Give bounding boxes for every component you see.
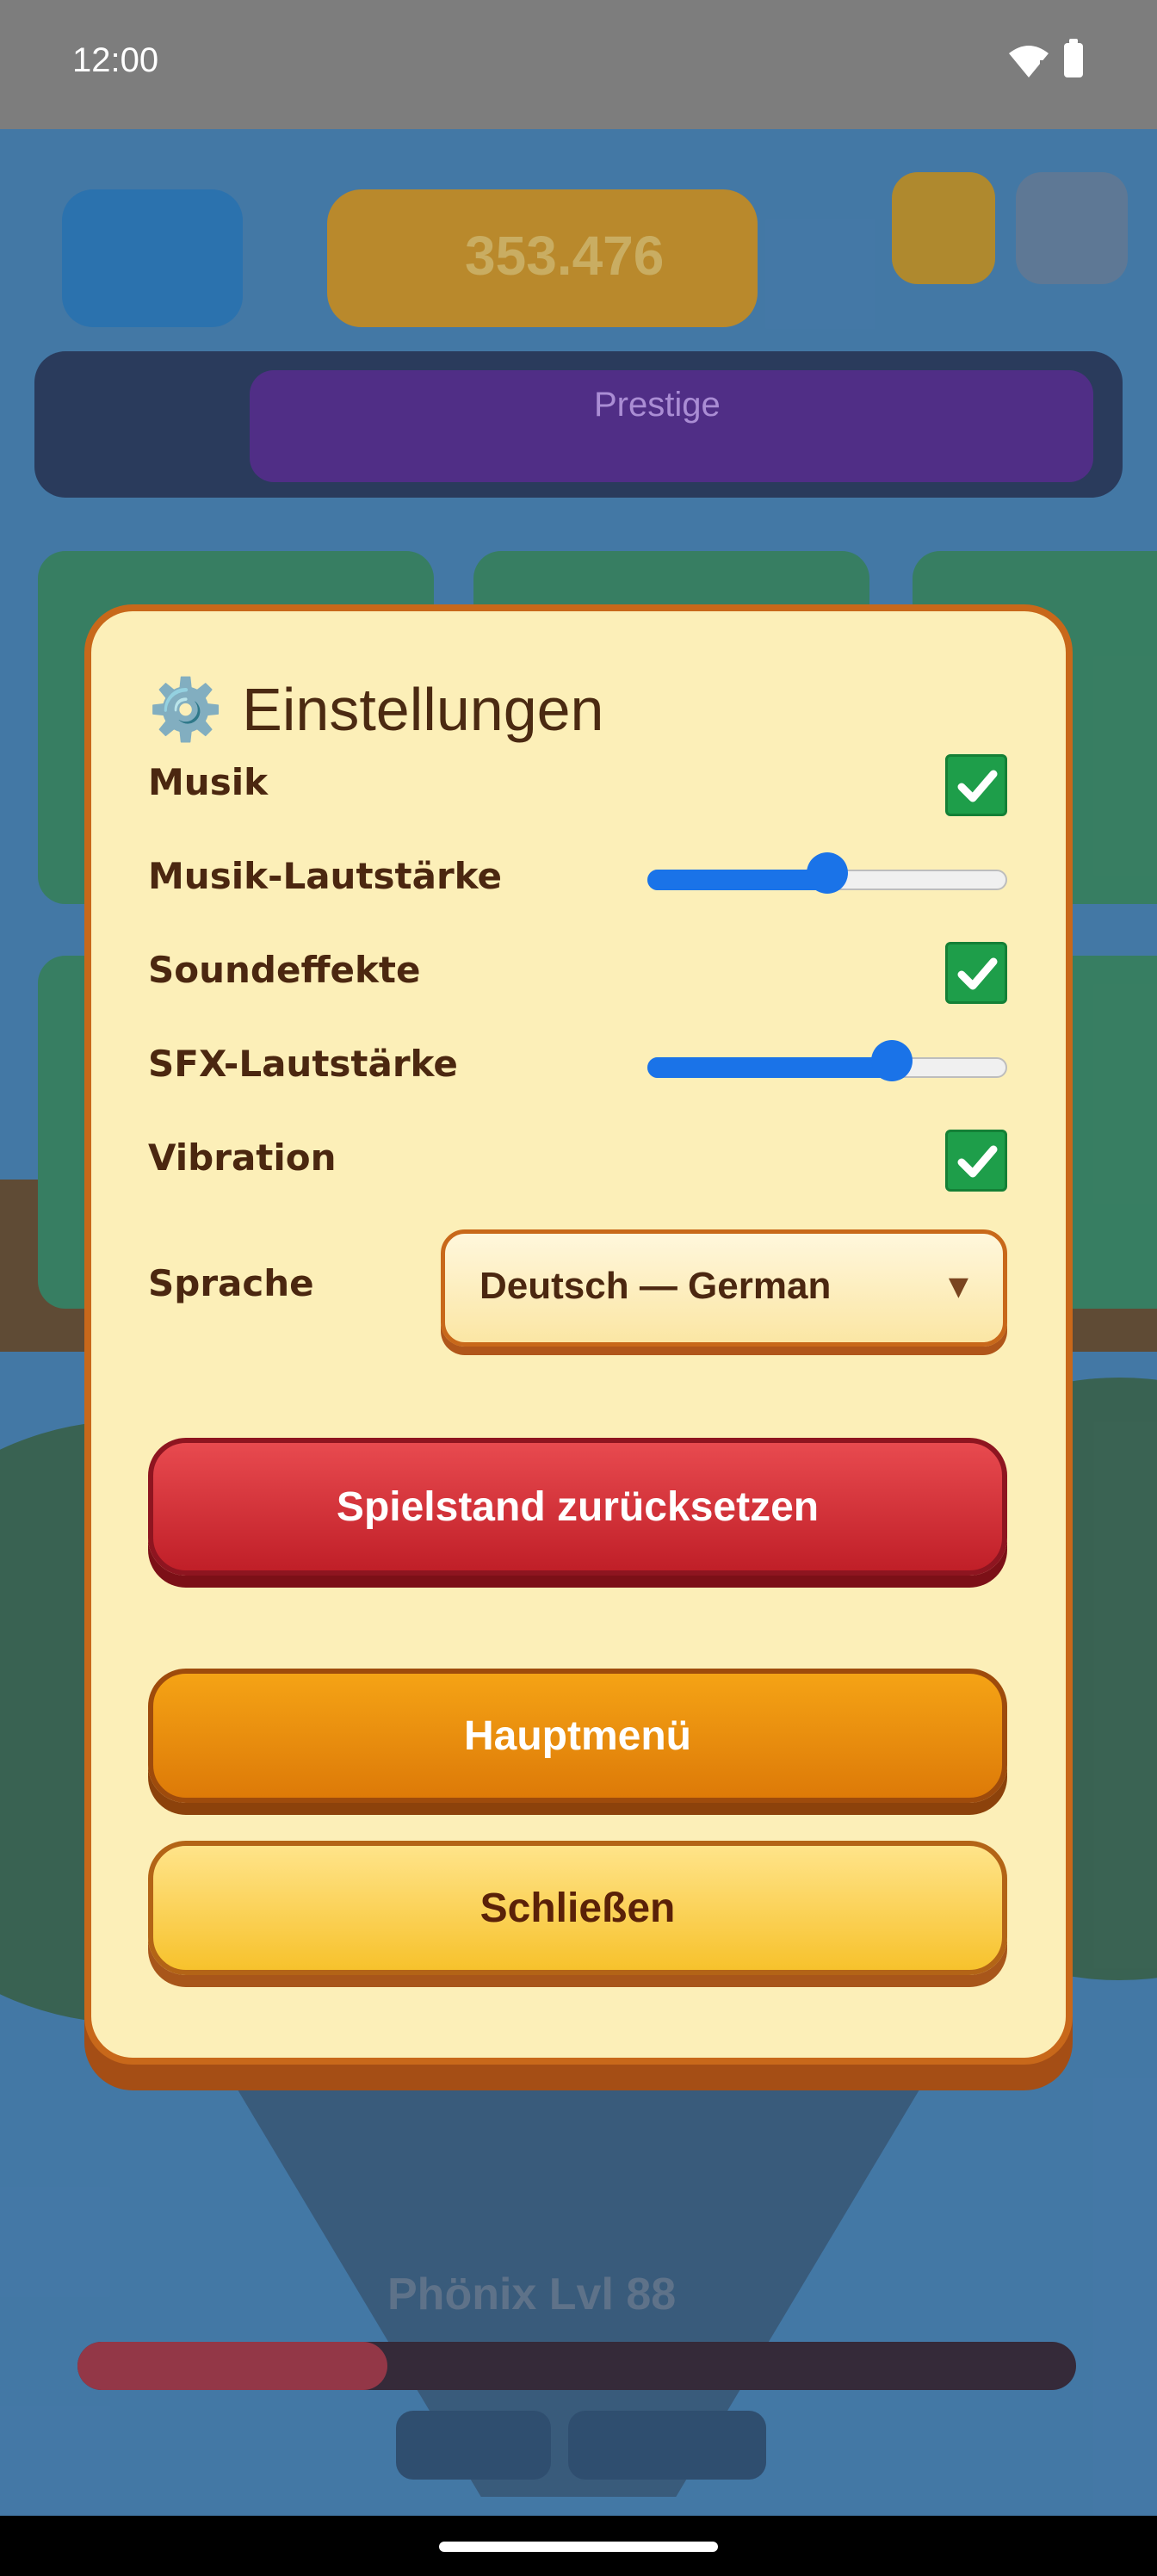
slider-fill [647,870,826,890]
slider-fill [647,1057,890,1078]
gear-icon: ⚙️ [148,674,224,745]
home-gesture-handle[interactable] [439,2542,718,2552]
navigation-bar [0,2516,1157,2576]
slider-thumb[interactable] [870,1040,913,1081]
language-select[interactable]: Deutsch — German ▼ [441,1229,1007,1347]
sfx-volume-slider[interactable] [647,1040,1007,1081]
sfx-checkbox[interactable] [945,942,1007,1004]
music-volume-slider[interactable] [647,852,1007,894]
wifi-icon [1007,45,1050,83]
dialog-title: ⚙️ Einstellungen [148,675,603,744]
main-menu-button[interactable]: Hauptmenü [148,1669,1007,1803]
vibration-label: Vibration [148,1136,337,1179]
music-label: Musik [148,761,269,803]
language-label: Sprache [148,1262,314,1304]
battery-icon [1064,39,1083,77]
sfx-volume-label: SFX-Lautstärke [148,1043,458,1085]
status-bar: 12:00 [0,0,1157,129]
music-checkbox[interactable] [945,754,1007,816]
close-button[interactable]: Schließen [148,1841,1007,1975]
language-value: Deutsch — German [480,1265,832,1307]
music-volume-label: Musik-Lautstärke [148,855,502,897]
reset-progress-button[interactable]: Spielstand zurücksetzen [148,1438,1007,1576]
check-icon [957,770,998,802]
vibration-checkbox[interactable] [945,1130,1007,1192]
dialog-title-text: Einstellungen [242,676,604,743]
check-icon [957,957,998,990]
status-time: 12:00 [72,41,159,79]
slider-thumb[interactable] [807,852,848,894]
check-icon [957,1145,998,1178]
sfx-label: Soundeffekte [148,949,421,991]
dropdown-arrow-icon: ▼ [948,1272,968,1302]
